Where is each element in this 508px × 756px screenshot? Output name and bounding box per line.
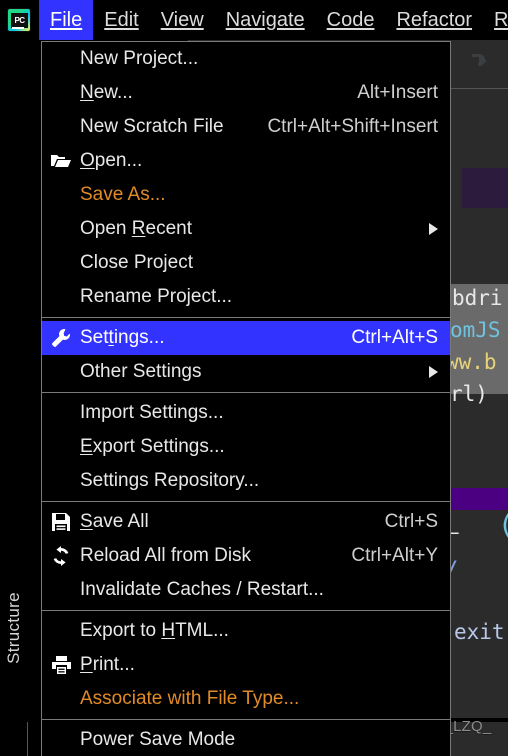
app-window: bdri omJS ww.b rl) exit — ( / Structure (0, 0, 508, 756)
menu-item-import-settings[interactable]: Import Settings... (42, 396, 450, 430)
menubar-item-view-label: View (160, 8, 204, 31)
menu-item-label: Export Settings... (80, 436, 225, 457)
menu-item-shortcut: Alt+Insert (357, 82, 438, 103)
menu-item-shortcut: Ctrl+Alt+S (351, 327, 438, 348)
run-debug-icon[interactable] (466, 50, 492, 76)
menubar-item-code-label: Code (326, 8, 375, 31)
menu-item-export-to-html[interactable]: Export to HTML... (42, 614, 450, 648)
wrench-icon (50, 327, 72, 349)
menu-item-invalidate-caches-restart[interactable]: Invalidate Caches / Restart... (42, 573, 450, 607)
menu-item-new-scratch-file[interactable]: New Scratch File Ctrl+Alt+Shift+Insert (42, 110, 450, 144)
menu-item-settings-repository[interactable]: Settings Repository... (42, 464, 450, 498)
menu-item-close-project[interactable]: Close Project (42, 246, 450, 280)
menu-item-other-settings[interactable]: Other Settings (42, 355, 450, 389)
menu-item-shortcut: Ctrl+S (384, 511, 438, 532)
code-fragment: rl) (450, 382, 488, 406)
menu-item-label: Other Settings (80, 361, 202, 382)
printer-icon (50, 654, 72, 676)
menu-item-label: Export to HTML... (80, 620, 229, 641)
menubar-item-navigate[interactable]: Navigate (215, 0, 316, 40)
menu-item-label: Invalidate Caches / Restart... (80, 579, 324, 600)
code-fragment: ww.b (446, 350, 497, 374)
menu-item-label: New... (80, 82, 133, 103)
menubar-item-file-label: File (50, 8, 83, 31)
menubar-item-edit[interactable]: Edit (93, 0, 149, 40)
menubar-item-refactor-label: Refactor (396, 8, 473, 31)
code-fragment: omJS (450, 318, 501, 342)
menu-separator (42, 317, 450, 318)
editor-highlight-band-1 (462, 168, 508, 208)
pycharm-logo-text: PC (14, 16, 25, 25)
menu-item-save-all[interactable]: Save All Ctrl+S (42, 505, 450, 539)
menu-separator (42, 392, 450, 393)
structure-toolwindow-strip[interactable]: Structure (0, 520, 26, 756)
menu-item-label: New Project... (80, 48, 199, 69)
menubar-item-navigate-label: Navigate (225, 8, 305, 31)
menu-item-open-recent[interactable]: Open Recent (42, 212, 450, 246)
refresh-icon (50, 545, 72, 567)
save-floppy-icon (50, 511, 72, 533)
menu-item-save-as[interactable]: Save As... (42, 178, 450, 212)
submenu-chevron-right-icon (429, 223, 438, 235)
menu-item-label: Rename Project... (80, 286, 233, 307)
menubar-item-code[interactable]: Code (316, 0, 386, 40)
menu-separator (42, 610, 450, 611)
menu-item-label: New Scratch File (80, 116, 224, 137)
menu-item-shortcut: Ctrl+Alt+Shift+Insert (267, 116, 438, 137)
menu-item-settings[interactable]: Settings... Ctrl+Alt+S (42, 321, 450, 355)
menu-separator (42, 719, 450, 720)
menu-item-label: Save As... (80, 184, 166, 205)
file-menu-dropdown[interactable]: New Project... New... Alt+Insert New Scratc… (41, 41, 451, 756)
menubar-item-run[interactable]: Run (483, 0, 508, 40)
menu-separator (42, 501, 450, 502)
menubar-item-file[interactable]: File (39, 0, 94, 40)
menu-item-reload-all-from-disk[interactable]: Reload All from Disk Ctrl+Alt+Y (42, 539, 450, 573)
menu-item-open[interactable]: Open... (42, 144, 450, 178)
menubar-item-refactor[interactable]: Refactor (385, 0, 483, 40)
menu-item-label: Close Project (80, 252, 193, 273)
code-fragment: bdri (452, 286, 503, 310)
menu-item-label: Associate with File Type... (80, 688, 300, 709)
menu-item-label: Print... (80, 654, 135, 675)
menu-item-print[interactable]: Print... (42, 648, 450, 682)
menu-item-label: Settings Repository... (80, 470, 260, 491)
menu-item-new[interactable]: New... Alt+Insert (42, 76, 450, 110)
menu-item-label: Power Save Mode (80, 729, 236, 750)
menu-item-export-settings[interactable]: Export Settings... (42, 430, 450, 464)
submenu-chevron-right-icon (429, 366, 438, 378)
open-folder-icon (50, 150, 72, 172)
pycharm-logo-icon: PC (7, 8, 31, 32)
menu-item-shortcut: Ctrl+Alt+Y (351, 545, 438, 566)
menu-item-associate-with-file-type[interactable]: Associate with File Type... (42, 682, 450, 716)
menu-item-power-save-mode[interactable]: Power Save Mode (42, 723, 450, 756)
menubar-item-edit-label: Edit (104, 8, 139, 31)
structure-toolwindow-label: Structure (4, 592, 23, 664)
menu-item-label: Reload All from Disk (80, 545, 252, 566)
menu-item-label: Save All (80, 511, 149, 532)
code-symbol-paren: ( (498, 512, 508, 539)
menu-item-label: Settings... (80, 327, 165, 348)
toolbar-separator-horizontal (448, 88, 508, 89)
menu-item-label: Open Recent (80, 218, 192, 239)
menubar-item-run-label: Run (494, 8, 508, 31)
menubar: PC File Edit View Navigate Code Refactor… (0, 0, 508, 40)
code-fragment: exit (454, 620, 505, 644)
menu-item-label: Open... (80, 150, 143, 171)
menu-item-rename-project[interactable]: Rename Project... (42, 280, 450, 314)
menu-item-new-project[interactable]: New Project... (42, 42, 450, 76)
menu-item-label: Import Settings... (80, 402, 224, 423)
menubar-item-view[interactable]: View (150, 0, 215, 40)
